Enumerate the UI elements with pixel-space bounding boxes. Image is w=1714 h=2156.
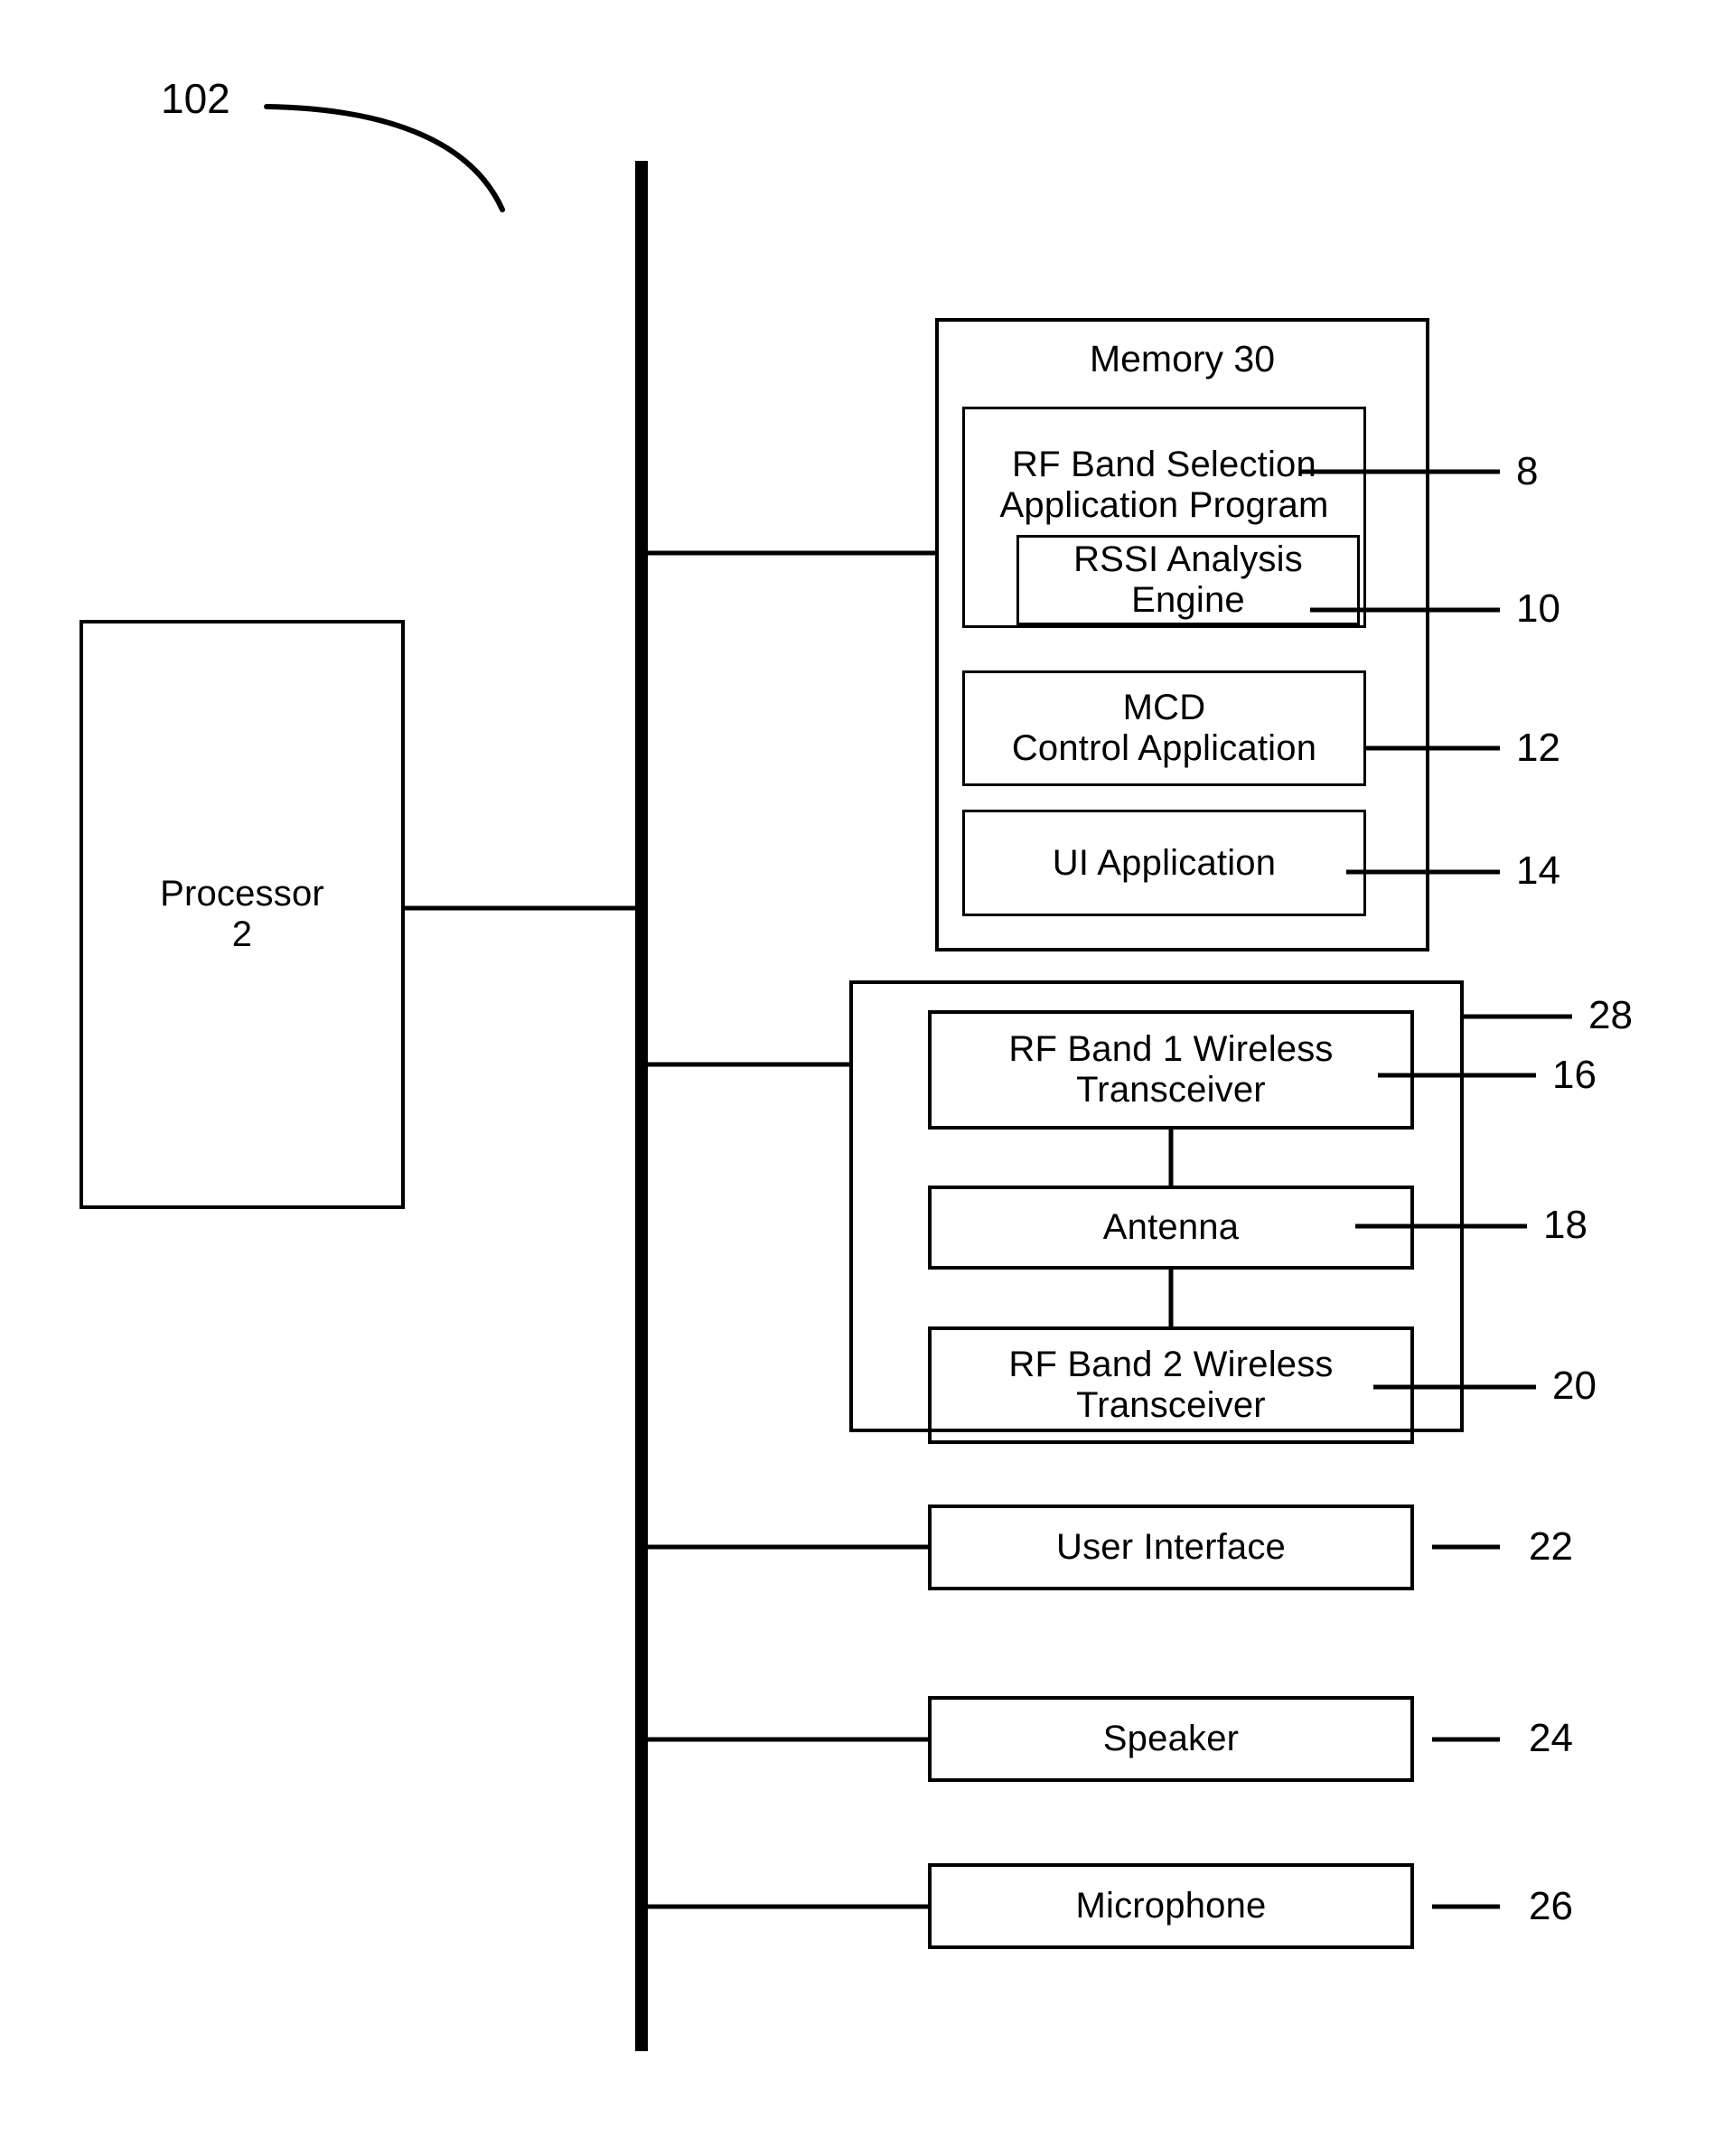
rf-band-1-label-line1: RF Band 1 Wireless (1008, 1029, 1334, 1070)
ui-application-box: UI Application (962, 810, 1366, 916)
reference-number-22: 22 (1529, 1524, 1573, 1569)
reference-number-20: 20 (1552, 1364, 1597, 1408)
rssi-analysis-label-line2: Engine (1131, 580, 1245, 620)
mcd-control-label-line1: MCD (1122, 688, 1206, 728)
rf-band-2-label-line1: RF Band 2 Wireless (1008, 1345, 1334, 1385)
processor-box: Processor 2 (80, 620, 405, 1209)
microphone-box: Microphone (928, 1863, 1414, 1949)
memory-title: Memory 30 (1089, 338, 1276, 380)
processor-label-line2: 2 (231, 914, 253, 954)
microphone-label: Microphone (1075, 1886, 1267, 1926)
reference-number-14: 14 (1516, 848, 1560, 893)
reference-number-28: 28 (1588, 993, 1633, 1037)
reference-number-18: 18 (1543, 1203, 1588, 1247)
figure-reference-102: 102 (161, 75, 230, 122)
reference-number-10: 10 (1516, 586, 1560, 631)
rf-band-2-transceiver-box: RF Band 2 Wireless Transceiver (928, 1326, 1414, 1444)
reference-number-24: 24 (1529, 1716, 1573, 1760)
rf-band-selection-label-line1: RF Band Selection (1012, 444, 1316, 484)
mcd-control-application-box: MCD Control Application (962, 670, 1366, 786)
reference-number-12: 12 (1516, 726, 1560, 770)
rf-band-2-label-line2: Transceiver (1076, 1385, 1266, 1425)
user-interface-label: User Interface (1055, 1527, 1286, 1568)
rssi-analysis-label-line1: RSSI Analysis (1073, 539, 1303, 580)
patent-figure: 102 Processor 2 Memory 30 RF Band Select… (0, 0, 1714, 2156)
ui-application-label: UI Application (1052, 842, 1277, 883)
rssi-analysis-engine-box: RSSI Analysis Engine (1016, 535, 1360, 625)
reference-number-26: 26 (1529, 1884, 1573, 1928)
reference-number-8: 8 (1516, 449, 1539, 493)
rf-band-selection-label-line2: Application Program (999, 484, 1329, 525)
antenna-label: Antenna (1102, 1207, 1240, 1248)
speaker-label: Speaker (1102, 1719, 1240, 1759)
rf-band-1-transceiver-box: RF Band 1 Wireless Transceiver (928, 1010, 1414, 1130)
speaker-box: Speaker (928, 1696, 1414, 1782)
user-interface-box: User Interface (928, 1505, 1414, 1590)
mcd-control-label-line2: Control Application (1011, 728, 1317, 768)
leader-line-102 (264, 104, 505, 212)
processor-label-line1: Processor (160, 874, 324, 914)
reference-number-16: 16 (1552, 1053, 1597, 1097)
antenna-box: Antenna (928, 1186, 1414, 1270)
rf-band-1-label-line2: Transceiver (1076, 1070, 1266, 1110)
